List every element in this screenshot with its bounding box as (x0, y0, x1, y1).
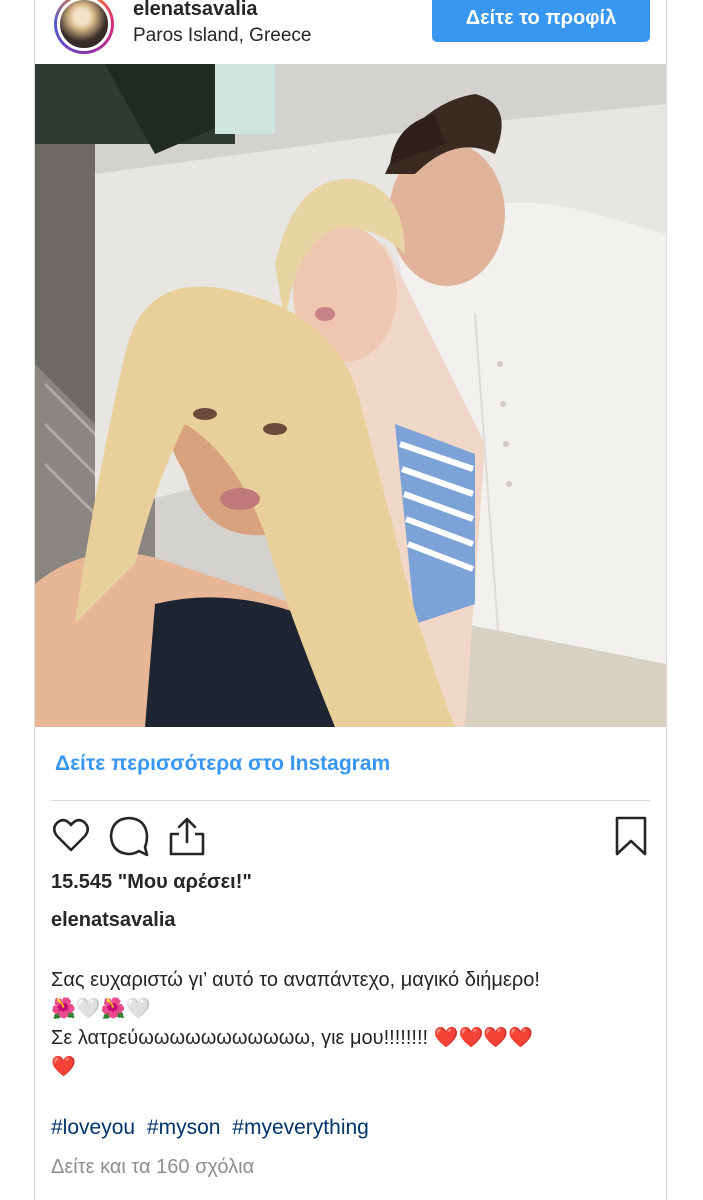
share-icon[interactable] (165, 814, 209, 858)
photo-illustration (35, 64, 666, 727)
hashtag-link[interactable]: #myeverything (232, 1116, 369, 1139)
hashtags: #loveyou #myson #myeverything (51, 1116, 375, 1140)
username[interactable]: elenatsavalia (133, 0, 258, 21)
caption-line: 🌺🤍🌺🤍 (51, 998, 151, 1020)
action-bar (35, 810, 666, 862)
post-header: elenatsavalia Paros Island, Greece Δείτε… (35, 0, 666, 64)
hashtag-link[interactable]: #loveyou (51, 1116, 135, 1139)
caption-line: Σας ευχαριστώ γι’ αυτό το αναπάντεχο, μα… (51, 969, 540, 991)
caption-line: Σε λατρεύωωωωωωωωωωω, γιε μου!!!!!!!! ❤️… (51, 1027, 534, 1049)
caption-username[interactable]: elenatsavalia (51, 909, 176, 932)
caption-line: ❤️ (51, 1056, 76, 1078)
location[interactable]: Paros Island, Greece (133, 25, 311, 47)
hashtag-link[interactable]: #myson (147, 1116, 221, 1139)
heart-icon[interactable] (49, 814, 93, 858)
comment-icon[interactable] (107, 814, 151, 858)
view-profile-button[interactable]: Δείτε το προφίλ (432, 0, 650, 42)
view-more-instagram-link[interactable]: Δείτε περισσότερα στο Instagram (55, 752, 390, 776)
divider (51, 800, 650, 801)
likes-count[interactable]: 15.545 "Μου αρέσει!" (51, 871, 252, 894)
avatar-image (57, 0, 111, 51)
post-photo[interactable] (35, 64, 666, 727)
view-comments-link[interactable]: Δείτε και τα 160 σχόλια (51, 1156, 254, 1179)
instagram-embed: elenatsavalia Paros Island, Greece Δείτε… (34, 0, 667, 1200)
avatar[interactable] (54, 0, 114, 54)
caption-text: Σας ευχαριστώ γι’ αυτό το αναπάντεχο, μα… (51, 966, 651, 1082)
bookmark-icon[interactable] (609, 814, 653, 858)
